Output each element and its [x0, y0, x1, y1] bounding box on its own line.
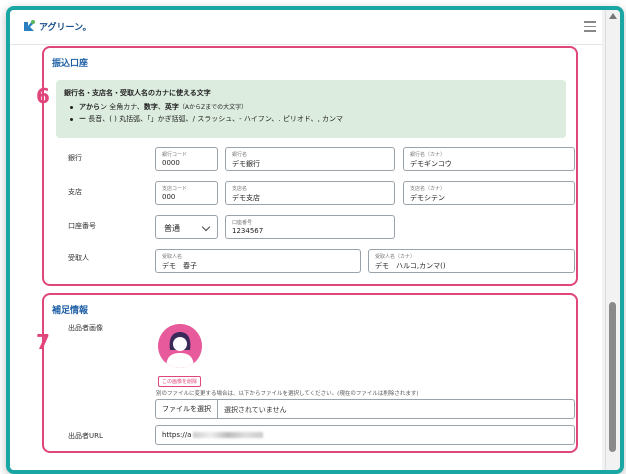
- leaf-logo-icon: [24, 20, 35, 31]
- scroll-up-arrow-icon[interactable]: [609, 13, 617, 19]
- recipient-name-input[interactable]: 受取人名 デモ 春子: [155, 249, 361, 273]
- info-title: 銀行名・支店名・受取人名のカナに使える文字: [64, 89, 211, 97]
- recipient-kana-input[interactable]: 受取人名（カナ） デモ ハルコ,カンマ(): [368, 249, 575, 273]
- bank-code-input[interactable]: 銀行コード 0000: [155, 147, 218, 171]
- file-status-text: 選択されていません: [224, 406, 287, 414]
- branch-code-input[interactable]: 支店コード 000: [155, 181, 218, 205]
- url-value: https://a: [162, 431, 192, 439]
- logo-text: アグリーン。: [39, 22, 92, 33]
- section-title: 補足情報: [52, 306, 89, 316]
- delete-image-button[interactable]: この画像を削除: [158, 376, 202, 387]
- hamburger-menu-icon[interactable]: [584, 21, 596, 35]
- redacted-url-part: [193, 432, 264, 438]
- section-title: 振込口座: [52, 59, 89, 69]
- vertical-scrollbar[interactable]: [605, 10, 620, 470]
- chevron-down-icon: [201, 222, 211, 232]
- file-change-note: 別のファイルに変更する場合は、以下からファイルを選択してください。(現在のファイ…: [156, 391, 419, 397]
- bank-kana-input[interactable]: 銀行名（カナ） デモギンコウ: [403, 147, 575, 171]
- seller-url-input[interactable]: https://a: [155, 425, 575, 445]
- page: アグリーン。 振込口座 銀行名・支店名・受取人名のカナに使える文字 アからン 全…: [10, 10, 602, 470]
- logo[interactable]: アグリーン。: [22, 19, 92, 33]
- branch-label: 支店: [68, 188, 82, 196]
- branch-kana-input[interactable]: 支店名（カナ） デモシテン: [403, 181, 575, 205]
- seller-avatar: [158, 324, 202, 368]
- choose-file-button[interactable]: ファイルを選択: [156, 400, 218, 418]
- bank-label: 銀行: [68, 154, 82, 162]
- bank-name-input[interactable]: 銀行名 デモ銀行: [225, 147, 395, 171]
- account-type-select[interactable]: 普通: [155, 215, 218, 239]
- account-number-input[interactable]: 口座番号 1234567: [225, 215, 395, 239]
- step-badge-7: 7: [36, 330, 50, 354]
- kana-info-box: 銀行名・支店名・受取人名のカナに使える文字 アからン 全角カナ、数字、英字（Aか…: [56, 80, 566, 138]
- account-number-label: 口座番号: [68, 222, 96, 230]
- step-badge-6: 6: [36, 84, 50, 108]
- seller-image-label: 出品者画像: [68, 324, 103, 332]
- app-header: アグリーン。: [10, 10, 602, 45]
- woman-avatar-icon: [158, 324, 202, 368]
- scroll-thumb[interactable]: [609, 302, 616, 452]
- seller-url-label: 出品者URL: [68, 432, 103, 440]
- branch-name-input[interactable]: 支店名 デモ支店: [225, 181, 395, 205]
- window-frame: アグリーン。 振込口座 銀行名・支店名・受取人名のカナに使える文字 アからン 全…: [6, 6, 624, 474]
- file-input[interactable]: ファイルを選択 選択されていません: [155, 399, 575, 419]
- info-line-2: ー 長音、( ) 丸括弧、「」かぎ括弧、/ スラッシュ、- ハイフン、. ピリオ…: [70, 114, 343, 124]
- info-line-1: アからン 全角カナ、数字、英字（AからZまでの大文字）: [70, 102, 247, 112]
- recipient-label: 受取人: [68, 254, 89, 262]
